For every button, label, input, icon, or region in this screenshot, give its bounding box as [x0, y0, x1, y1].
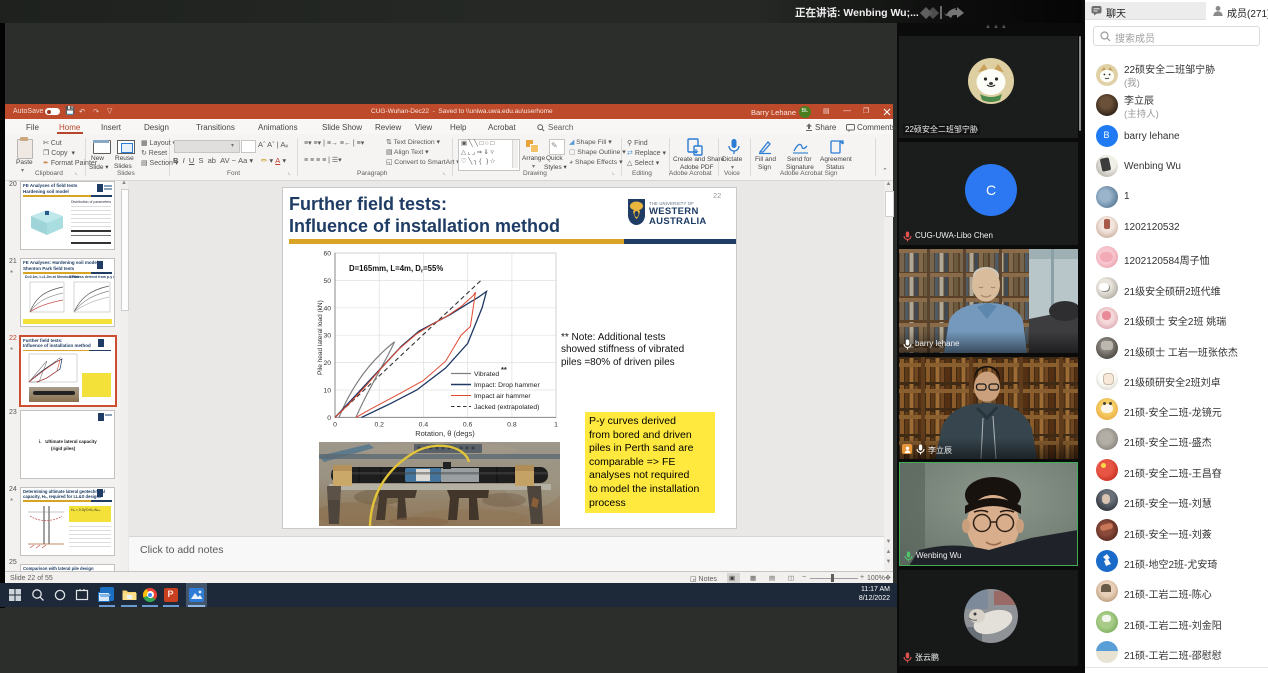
svg-text:Rotation, θ (degs): Rotation, θ (degs): [415, 429, 475, 438]
svg-text:0.8: 0.8: [507, 422, 517, 429]
svg-text:1: 1: [554, 422, 558, 429]
svg-text:0.4: 0.4: [419, 422, 429, 429]
svg-text:0: 0: [333, 422, 337, 429]
svg-text:30: 30: [323, 333, 331, 340]
svg-text:**: **: [501, 365, 507, 374]
svg-text:0: 0: [327, 415, 331, 422]
svg-text:40: 40: [323, 305, 331, 312]
svg-text:Jacked (extrapolated): Jacked (extrapolated): [474, 404, 539, 411]
svg-text:Vibrated: Vibrated: [474, 371, 499, 378]
svg-text:Impact air hammer: Impact air hammer: [474, 393, 531, 400]
svg-text:50: 50: [323, 278, 331, 285]
svg-text:0.6: 0.6: [463, 422, 473, 429]
svg-text:D=165mm, L=4m, Dr=55%: D=165mm, L=4m, Dr=55%: [349, 264, 443, 275]
svg-text:0.2: 0.2: [374, 422, 384, 429]
svg-text:Impact: Drop hammer: Impact: Drop hammer: [474, 382, 540, 389]
svg-text:Pile head lateral load (kN): Pile head lateral load (kN): [317, 300, 324, 375]
svg-text:20: 20: [323, 360, 331, 367]
svg-text:60: 60: [323, 251, 331, 258]
svg-text:10: 10: [323, 388, 331, 395]
